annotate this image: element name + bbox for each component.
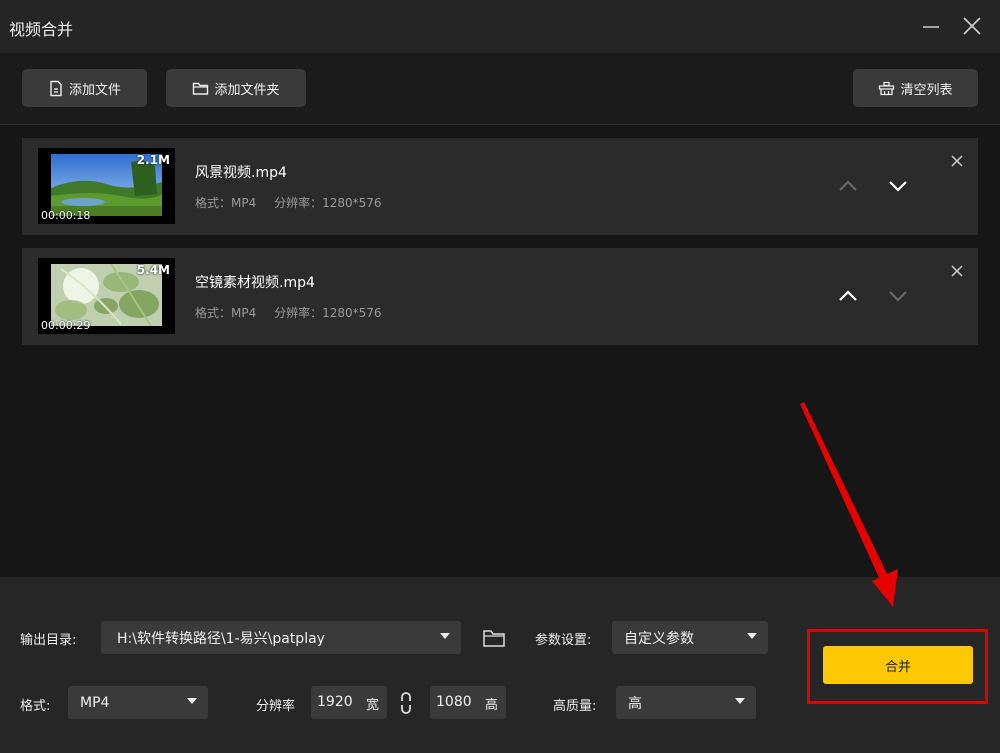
caret-down-icon (735, 698, 745, 704)
chevron-up-icon (839, 180, 857, 191)
merge-button[interactable]: 合并 (823, 646, 973, 684)
add-file-label: 添加文件 (68, 82, 121, 98)
caret-down-icon (187, 698, 197, 704)
add-folder-button[interactable]: 添加文件夹 (166, 69, 306, 107)
remove-item-button[interactable] (950, 153, 964, 167)
output-dir-value: H:\软件转换路径\1-易兴\patplay (117, 630, 325, 647)
output-dir-label: 输出目录: (20, 633, 77, 648)
caret-down-icon (747, 633, 757, 639)
width-unit: 宽 (365, 698, 379, 713)
video-thumbnail: 2.1M 00:00:18 (38, 148, 175, 224)
move-up-button[interactable] (837, 175, 859, 197)
file-list: 2.1M 00:00:18 风景视频.mp4 格式：MP4 分辨率：1280*5… (0, 126, 1000, 576)
height-value: 1080 (436, 694, 472, 710)
window-title: 视频合并 (9, 20, 74, 39)
file-name: 空镜素材视频.mp4 (195, 275, 315, 291)
format-select[interactable]: MP4 (68, 686, 208, 719)
move-up-button[interactable] (837, 285, 859, 307)
clear-list-label: 清空列表 (900, 82, 953, 98)
close-window-button[interactable] (960, 14, 984, 38)
file-icon (50, 80, 62, 96)
file-resolution: 分辨率：1280*576 (274, 306, 382, 320)
move-down-button[interactable] (887, 285, 909, 307)
params-label: 参数设置: (535, 633, 592, 648)
close-icon (951, 265, 963, 277)
file-resolution: 分辨率：1280*576 (274, 196, 382, 210)
params-value: 自定义参数 (624, 630, 694, 647)
chevron-down-icon (889, 181, 907, 192)
toolbar: 添加文件 添加文件夹 清空列表 (0, 53, 1000, 125)
move-down-button[interactable] (887, 175, 909, 197)
caret-down-icon (440, 633, 450, 639)
quality-label: 高质量: (553, 699, 597, 714)
browse-folder-button[interactable] (482, 627, 506, 649)
file-format: 格式：MP4 (195, 306, 257, 320)
minimize-button[interactable] (919, 14, 943, 38)
file-format: 格式：MP4 (195, 196, 257, 210)
output-dir-select[interactable]: H:\软件转换路径\1-易兴\patplay (101, 621, 461, 654)
chevron-down-icon (889, 291, 907, 302)
close-icon (951, 155, 963, 167)
file-name: 风景视频.mp4 (195, 165, 287, 181)
minimize-icon (923, 26, 939, 28)
chevron-up-icon (839, 290, 857, 301)
format-label: 格式: (20, 699, 51, 714)
close-icon (963, 17, 981, 35)
remove-item-button[interactable] (950, 263, 964, 277)
video-thumbnail: 5.4M 00:00:29 (38, 258, 175, 334)
file-size: 2.1M (136, 153, 170, 167)
clear-icon (879, 81, 895, 95)
folder-icon (193, 82, 209, 95)
width-input[interactable]: 1920 宽 (311, 686, 387, 719)
list-item[interactable]: 5.4M 00:00:29 空镜素材视频.mp4 格式：MP4 分辨率：1280… (22, 248, 978, 345)
video-duration: 00:00:29 (41, 319, 91, 332)
height-input[interactable]: 1080 高 (430, 686, 506, 719)
file-meta: 格式：MP4 分辨率：1280*576 (195, 304, 382, 321)
quality-select[interactable]: 高 (616, 686, 756, 719)
link-ratio-icon[interactable] (398, 690, 414, 716)
file-size: 5.4M (136, 263, 170, 277)
folder-icon (483, 630, 505, 647)
list-item[interactable]: 2.1M 00:00:18 风景视频.mp4 格式：MP4 分辨率：1280*5… (22, 138, 978, 235)
params-select[interactable]: 自定义参数 (612, 621, 768, 654)
title-bar: 视频合并 (0, 0, 1000, 53)
width-value: 1920 (317, 694, 353, 710)
file-meta: 格式：MP4 分辨率：1280*576 (195, 194, 382, 211)
add-folder-label: 添加文件夹 (214, 82, 280, 98)
height-unit: 高 (484, 698, 498, 713)
resolution-label: 分辨率 (256, 699, 296, 714)
clear-list-button[interactable]: 清空列表 (853, 69, 978, 107)
video-duration: 00:00:18 (41, 209, 91, 222)
add-file-button[interactable]: 添加文件 (22, 69, 147, 107)
